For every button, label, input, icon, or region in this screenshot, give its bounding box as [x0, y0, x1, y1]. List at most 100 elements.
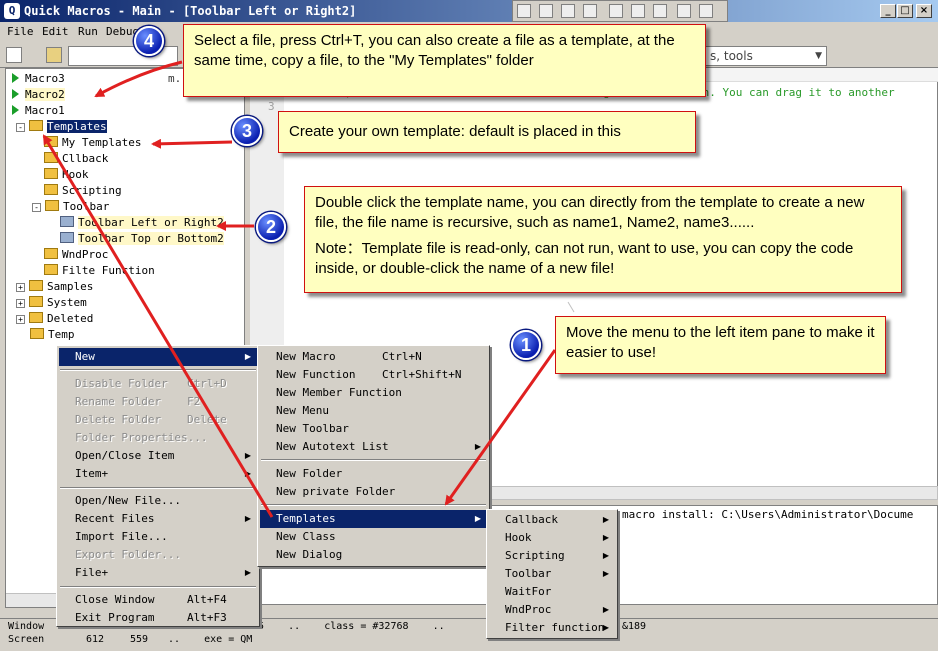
- menu-item-disable-folder[interactable]: Disable Folder Ctrl+D: [59, 375, 257, 393]
- tree-item[interactable]: + Deleted: [16, 311, 93, 327]
- menu-item-new-dialog[interactable]: New Dialog: [260, 546, 487, 564]
- folder-icon: [29, 312, 43, 323]
- submenu-arrow-icon: ▶: [244, 352, 251, 361]
- menu-item-new-class[interactable]: New Class: [260, 528, 487, 546]
- menu-item-new[interactable]: New ▶: [59, 348, 257, 366]
- menu-item-export-folder[interactable]: Export Folder...: [59, 546, 257, 564]
- tree-item[interactable]: Macro3: [12, 71, 65, 87]
- tree-item[interactable]: + System: [16, 295, 87, 311]
- menu-item-rename-folder[interactable]: Rename Folder F2: [59, 393, 257, 411]
- callout-2-note: Note：Template file is read-only, can not…: [315, 240, 854, 277]
- menu-item-new-private-folder[interactable]: New private Folder: [260, 483, 487, 501]
- menu-edit[interactable]: Edit: [42, 25, 69, 38]
- qm-app-icon: Q: [4, 3, 20, 19]
- status-screen-exe: .. exe = QM: [168, 634, 253, 645]
- pin-icon[interactable]: [517, 4, 531, 18]
- menu-item-delete-folder[interactable]: Delete Folder Delete: [59, 411, 257, 429]
- folder-icon: [44, 248, 58, 259]
- tree-item[interactable]: Toolbar Left or Right2: [60, 215, 224, 231]
- callout-4: Select a file, press Ctrl+T, you can als…: [183, 24, 706, 97]
- quick-toolbar: [512, 0, 728, 22]
- menu-item-new-macro[interactable]: New Macro Ctrl+N: [260, 348, 487, 366]
- menu-item-new-function[interactable]: New Function Ctrl+Shift+N: [260, 366, 487, 384]
- menu-separator: [261, 504, 486, 506]
- menu-item-templates[interactable]: Templates ▶: [260, 510, 487, 528]
- folder-icon: [30, 328, 44, 339]
- info-icon[interactable]: [699, 4, 713, 18]
- collapse-icon[interactable]: -: [32, 203, 41, 212]
- macro-icon: [12, 73, 19, 83]
- keyboard-icon[interactable]: [539, 4, 553, 18]
- menu-item-template-wndproc[interactable]: WndProc ▶: [489, 601, 615, 619]
- menu-file[interactable]: File: [7, 25, 34, 38]
- menu-separator: [60, 369, 256, 371]
- menu-item-import-file[interactable]: Import File...: [59, 528, 257, 546]
- templates-submenu: Callback ▶ Hook ▶ Scripting ▶ Toolbar ▶ Wait…: [486, 509, 618, 639]
- tree-item[interactable]: + Samples: [16, 279, 93, 295]
- expand-icon[interactable]: +: [16, 299, 25, 308]
- submenu-arrow-icon: ▶: [474, 514, 481, 523]
- expand-icon[interactable]: +: [16, 283, 25, 292]
- menu-item-template-filter[interactable]: Filter function ▶: [489, 619, 615, 637]
- step-badge-3: 3: [232, 116, 262, 146]
- menu-run[interactable]: Run: [78, 25, 98, 38]
- submenu-arrow-icon: ▶: [474, 442, 481, 451]
- tree-item[interactable]: Filte Function: [44, 263, 155, 279]
- dialog-icon[interactable]: [653, 4, 667, 18]
- close-button[interactable]: ×: [916, 4, 932, 18]
- menu-item-template-waitfor[interactable]: WaitFor: [489, 583, 615, 601]
- mouse-icon[interactable]: [561, 4, 575, 18]
- line-number: 3: [268, 100, 275, 113]
- tree-item[interactable]: WndProc: [44, 247, 108, 263]
- minimize-button[interactable]: _: [880, 4, 896, 18]
- tree-item[interactable]: Toolbar Top or Bottom2: [60, 231, 224, 247]
- menu-item-close-window[interactable]: Close Window Alt+F4: [59, 591, 257, 609]
- menu-item-new-toolbar[interactable]: New Toolbar: [260, 420, 487, 438]
- callout-1: Move the menu to the left item pane to m…: [555, 316, 886, 374]
- title-bar: Q Quick Macros - Main - [Toolbar Left or…: [0, 0, 938, 22]
- tree-item[interactable]: Macro2: [12, 87, 65, 103]
- tools-combo[interactable]: s, tools ▼: [705, 46, 827, 66]
- spinner-icon[interactable]: [583, 4, 597, 18]
- properties-icon[interactable]: [46, 47, 62, 63]
- tree-item[interactable]: Cllback: [44, 151, 108, 167]
- tree-item[interactable]: Macro1: [12, 103, 65, 119]
- menu-item-open-new-file[interactable]: Open/New File...: [59, 492, 257, 510]
- new-file-icon[interactable]: [6, 47, 22, 63]
- output-text: macro install: C:\Users\Administrator\Do…: [622, 508, 914, 521]
- menu-item-new-menu[interactable]: New Menu: [260, 402, 487, 420]
- new-submenu: New Macro Ctrl+N New Function Ctrl+Shift+N…: [257, 345, 490, 567]
- window-icon[interactable]: [609, 4, 623, 18]
- status-screen-label: Screen: [8, 634, 45, 645]
- tree-item[interactable]: - Templates: [16, 119, 107, 135]
- folder-icon: [44, 136, 58, 147]
- tree-item[interactable]: Scripting: [44, 183, 122, 199]
- menu-item-template-scripting[interactable]: Scripting ▶: [489, 547, 615, 565]
- menu-item-template-hook[interactable]: Hook ▶: [489, 529, 615, 547]
- menu-item-new-member-function[interactable]: New Member Function: [260, 384, 487, 402]
- menu-item-item[interactable]: Item+ ▶: [59, 465, 257, 483]
- menu-item-folder-properties[interactable]: Folder Properties...: [59, 429, 257, 447]
- menu-item-new-autotext[interactable]: New Autotext List ▶: [260, 438, 487, 456]
- menu-item-new-folder[interactable]: New Folder: [260, 465, 487, 483]
- tree-context-menu: New ▶ Disable Folder Ctrl+D Rename Folder F…: [56, 345, 260, 627]
- tree-item[interactable]: Temp: [30, 327, 75, 343]
- menu-item-template-callback[interactable]: Callback ▶: [489, 511, 615, 529]
- maximize-button[interactable]: □: [897, 4, 913, 18]
- menu-item-template-toolbar[interactable]: Toolbar ▶: [489, 565, 615, 583]
- menu-item-file[interactable]: File+ ▶: [59, 564, 257, 582]
- step-badge-1: 1: [511, 330, 541, 360]
- macro-icon: [12, 105, 19, 115]
- menu-item-open-close[interactable]: Open/Close Item ▶: [59, 447, 257, 465]
- find-icon[interactable]: [631, 4, 645, 18]
- expand-icon[interactable]: +: [16, 315, 25, 324]
- folder-icon: [29, 296, 43, 307]
- collapse-icon[interactable]: -: [16, 123, 25, 132]
- tree-item[interactable]: My Templates: [44, 135, 141, 151]
- menu-item-recent-files[interactable]: Recent Files ▶: [59, 510, 257, 528]
- tree-item[interactable]: - Toolbar: [32, 199, 109, 215]
- submenu-arrow-icon: ▶: [602, 533, 609, 542]
- menu-item-exit-program[interactable]: Exit Program Alt+F3: [59, 609, 257, 627]
- tree-item[interactable]: Hook: [44, 167, 89, 183]
- run-icon[interactable]: [677, 4, 691, 18]
